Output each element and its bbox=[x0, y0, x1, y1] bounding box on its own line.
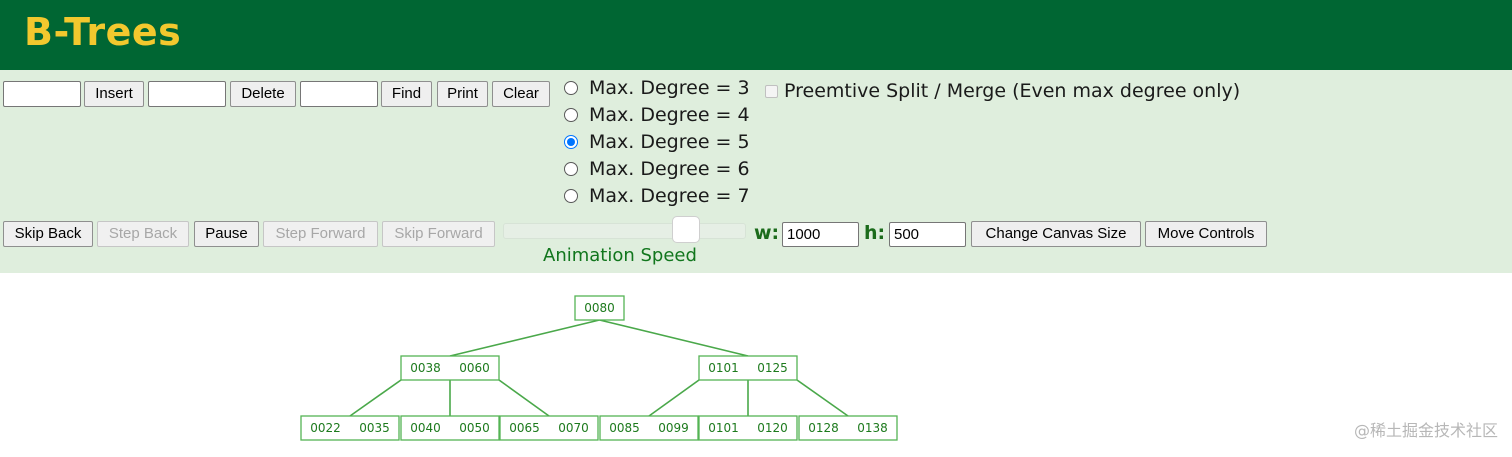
node-key: 0050 bbox=[459, 421, 490, 435]
watermark-text: @稀土掘金技术社区 bbox=[1353, 421, 1498, 440]
leaf-node: 0128 0138 bbox=[798, 415, 898, 441]
node-key: 0022 bbox=[310, 421, 341, 435]
radio-circle-3[interactable] bbox=[564, 81, 578, 95]
page-title: B-Trees bbox=[24, 10, 182, 54]
node-key: 0040 bbox=[410, 421, 441, 435]
animation-speed-slider-thumb[interactable] bbox=[672, 216, 701, 243]
animation-speed-label: Animation Speed bbox=[543, 245, 697, 266]
canvas-width-input[interactable] bbox=[782, 222, 859, 247]
degree-option-7[interactable]: Max. Degree = 7 bbox=[564, 185, 750, 207]
leaf-node: 0040 0050 bbox=[400, 415, 500, 441]
leaf-node: 0085 0099 bbox=[599, 415, 699, 441]
radio-circle-6[interactable] bbox=[564, 162, 578, 176]
node-key: 0128 bbox=[808, 421, 839, 435]
width-label: w: bbox=[754, 222, 780, 244]
degree-option-4[interactable]: Max. Degree = 4 bbox=[564, 104, 750, 126]
preemptive-split-label: Preemtive Split / Merge (Even max degree… bbox=[784, 80, 1241, 102]
degree-option-label: Max. Degree = 7 bbox=[589, 185, 750, 207]
node-key: 0125 bbox=[757, 361, 788, 375]
tree-edge bbox=[796, 379, 849, 417]
preemptive-split-option[interactable]: Preemtive Split / Merge (Even max degree… bbox=[765, 80, 1240, 102]
tree-edge bbox=[498, 379, 550, 417]
find-input[interactable] bbox=[300, 81, 378, 107]
delete-input[interactable] bbox=[148, 81, 226, 107]
skip-back-button[interactable]: Skip Back bbox=[3, 221, 93, 247]
skip-forward-button[interactable]: Skip Forward bbox=[382, 221, 495, 247]
btree-diagram: 0080 0038 0060 0101 0125 0022 0035 0040 0050 0065… bbox=[300, 295, 898, 441]
node-key: 0060 bbox=[459, 361, 490, 375]
tree-edge bbox=[599, 319, 749, 357]
tree-edge bbox=[349, 379, 402, 417]
height-label: h: bbox=[864, 222, 886, 244]
insert-input[interactable] bbox=[3, 81, 81, 107]
node-key: 0070 bbox=[558, 421, 589, 435]
change-canvas-size-button[interactable]: Change Canvas Size bbox=[971, 221, 1141, 247]
step-forward-button[interactable]: Step Forward bbox=[263, 221, 378, 247]
degree-option-5[interactable]: Max. Degree = 5 bbox=[564, 131, 750, 153]
delete-button[interactable]: Delete bbox=[230, 81, 296, 107]
pause-button[interactable]: Pause bbox=[194, 221, 259, 247]
radio-circle-7[interactable] bbox=[564, 189, 578, 203]
degree-option-label: Max. Degree = 3 bbox=[589, 77, 750, 99]
internal-node: 0101 0125 bbox=[698, 355, 798, 381]
node-key: 0038 bbox=[410, 361, 441, 375]
leaf-node: 0101 0120 bbox=[698, 415, 798, 441]
degree-option-3[interactable]: Max. Degree = 3 bbox=[564, 77, 750, 99]
node-key: 0099 bbox=[658, 421, 689, 435]
header-bar: B-Trees bbox=[0, 0, 1512, 70]
move-controls-button[interactable]: Move Controls bbox=[1145, 221, 1267, 247]
root-node: 0080 bbox=[574, 295, 625, 321]
radio-circle-4[interactable] bbox=[564, 108, 578, 122]
node-key: 0035 bbox=[359, 421, 390, 435]
animation-canvas: 0080 0038 0060 0101 0125 0022 0035 0040 0050 0065… bbox=[0, 273, 1512, 453]
node-key: 0101 bbox=[708, 361, 739, 375]
step-back-button[interactable]: Step Back bbox=[97, 221, 189, 247]
tree-edge bbox=[449, 319, 600, 357]
insert-button[interactable]: Insert bbox=[84, 81, 144, 107]
animation-speed-slider[interactable] bbox=[503, 223, 746, 239]
node-key: 0101 bbox=[708, 421, 739, 435]
degree-option-6[interactable]: Max. Degree = 6 bbox=[564, 158, 750, 180]
tree-edge bbox=[648, 379, 700, 417]
degree-option-label: Max. Degree = 4 bbox=[589, 104, 750, 126]
internal-node: 0038 0060 bbox=[400, 355, 500, 381]
node-key: 0065 bbox=[509, 421, 540, 435]
node-key: 0085 bbox=[609, 421, 640, 435]
tree-nodes: 0080 0038 0060 0101 0125 0022 0035 0040 0050 0065… bbox=[300, 295, 898, 441]
find-button[interactable]: Find bbox=[381, 81, 432, 107]
node-key: 0080 bbox=[584, 301, 615, 315]
radio-circle-5[interactable] bbox=[564, 135, 578, 149]
node-key: 0138 bbox=[857, 421, 888, 435]
degree-option-label: Max. Degree = 6 bbox=[589, 158, 750, 180]
degree-option-label: Max. Degree = 5 bbox=[589, 131, 750, 153]
node-key: 0120 bbox=[757, 421, 788, 435]
leaf-node: 0065 0070 bbox=[499, 415, 599, 441]
canvas-height-input[interactable] bbox=[889, 222, 966, 247]
leaf-node: 0022 0035 bbox=[300, 415, 400, 441]
preemptive-split-checkbox[interactable] bbox=[765, 84, 778, 98]
clear-button[interactable]: Clear bbox=[492, 81, 550, 107]
print-button[interactable]: Print bbox=[437, 81, 488, 107]
